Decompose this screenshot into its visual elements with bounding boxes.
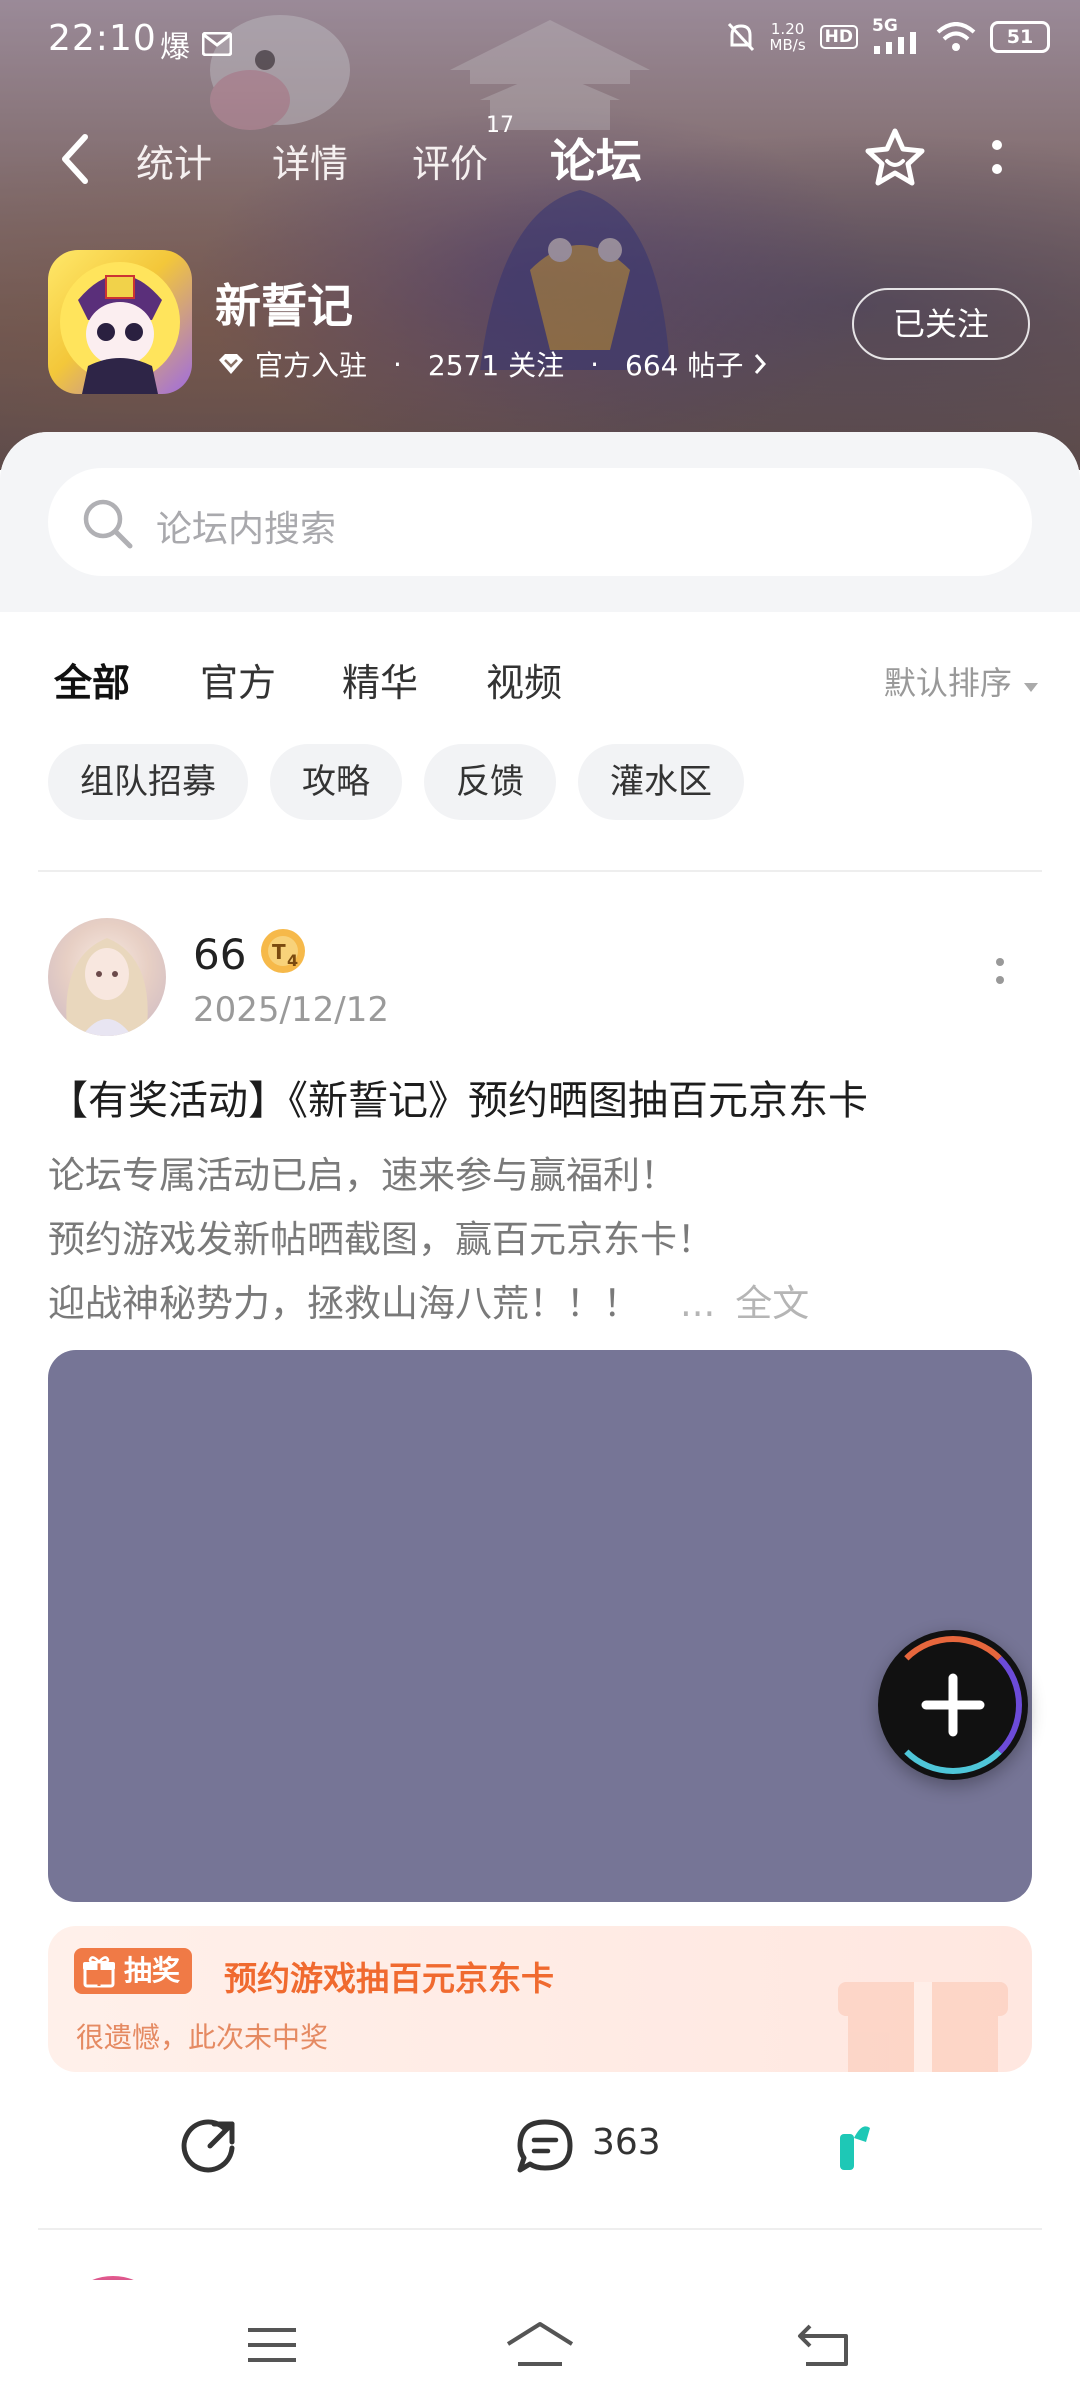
- status-time: 22:10: [48, 18, 157, 59]
- game-meta[interactable]: 官方入驻 · 2571 关注 · 664 帖子: [217, 344, 767, 384]
- like-icon[interactable]: [836, 2118, 876, 2174]
- filter-tabs: 全部 官方 精华 视频 默认排序: [0, 642, 1080, 722]
- filter-tab-official[interactable]: 官方: [200, 652, 276, 707]
- lottery-tag: 抽奖: [74, 1948, 193, 1994]
- lottery-result: 很遗憾，此次未中奖: [76, 2021, 329, 2054]
- svg-text:4: 4: [287, 951, 298, 970]
- more-vertical-icon[interactable]: [990, 948, 1010, 998]
- system-nav-bar: [0, 2280, 1080, 2408]
- tab-stats[interactable]: 统计: [136, 133, 212, 188]
- hd-badge: HD: [819, 25, 858, 49]
- sort-caret-icon: [1024, 683, 1038, 692]
- back-arrow-icon[interactable]: [55, 129, 95, 189]
- status-notification-glyph: 爆: [160, 30, 190, 65]
- comment-count: 363: [592, 2122, 661, 2163]
- chevron-right-icon: [755, 354, 767, 374]
- gift-icon: [83, 1956, 115, 1988]
- sort-dropdown[interactable]: 默认排序: [884, 658, 1040, 704]
- status-bar: 22:10 爆 1.20 MB/s HD 5G 51: [0, 0, 1080, 80]
- battery-indicator: 51: [990, 21, 1050, 53]
- divider: [38, 2228, 1042, 2230]
- more-vertical-icon[interactable]: [985, 129, 1009, 189]
- mail-icon: [202, 32, 232, 56]
- search-icon: [83, 499, 133, 549]
- post-header: 66 T4 2025/12/12: [48, 918, 1038, 1038]
- filter-tab-video[interactable]: 视频: [486, 652, 562, 707]
- post-date: 2025/12/12: [193, 990, 389, 1030]
- expand-full-text-link[interactable]: 全文: [735, 1282, 809, 1325]
- tab-reviews[interactable]: 评价: [412, 133, 488, 188]
- chip-team-recruit[interactable]: 组队招募: [48, 744, 248, 820]
- top-nav: 统计 详情 评价 17 论坛: [0, 113, 1080, 205]
- star-icon[interactable]: [862, 125, 928, 191]
- plus-icon: [921, 1673, 985, 1737]
- chip-guides[interactable]: 攻略: [270, 744, 402, 820]
- lottery-card[interactable]: 抽奖 预约游戏抽百元京东卡 很遗憾，此次未中奖: [48, 1926, 1032, 2072]
- svg-text:T: T: [272, 940, 286, 964]
- topic-chips: 组队招募 攻略 反馈 灌水区: [48, 744, 744, 820]
- forum-content: 论坛内搜索 全部 官方 精华 视频 默认排序 组队招募 攻略 反馈 灌水区 66: [0, 432, 1080, 2408]
- game-name: 新誓记: [215, 279, 353, 333]
- gift-icon: [838, 1982, 1008, 2072]
- post-title[interactable]: 【有奖活动】《新誓记》预约晒图抽百元京东卡: [48, 1068, 868, 1126]
- mute-bell-icon: [727, 22, 754, 52]
- share-icon[interactable]: [180, 2116, 240, 2176]
- level-badge-icon: T4: [261, 929, 305, 973]
- diamond-icon: [219, 354, 243, 374]
- posts-count: 664 帖子: [625, 349, 744, 382]
- filter-tab-all[interactable]: 全部: [54, 652, 130, 713]
- tab-details[interactable]: 详情: [272, 133, 348, 188]
- divider: [38, 870, 1042, 872]
- review-count-badge: 17: [486, 113, 514, 138]
- game-info: 新誓记 官方入驻 · 2571 关注 · 664 帖子 已关注: [0, 250, 1080, 400]
- search-placeholder: 论坛内搜索: [156, 509, 337, 550]
- wifi-icon: [936, 22, 976, 51]
- tab-forum[interactable]: 论坛: [544, 125, 648, 191]
- return-icon[interactable]: [796, 2320, 852, 2370]
- followers-count: 2571 关注: [427, 349, 565, 382]
- official-label: 官方入驻: [255, 349, 368, 382]
- post-actions: 363: [0, 2096, 1080, 2196]
- chip-feedback[interactable]: 反馈: [424, 744, 556, 820]
- menu-icon[interactable]: [244, 2320, 300, 2370]
- comment-icon[interactable]: [514, 2116, 576, 2176]
- post-body[interactable]: 论坛专属活动已启，速来参与赢福利！ 预约游戏发新帖晒截图，赢百元京东卡！ 迎战神…: [48, 1144, 809, 1336]
- search-input[interactable]: 论坛内搜索: [48, 468, 1032, 576]
- home-icon[interactable]: [504, 2320, 576, 2370]
- create-post-button[interactable]: [878, 1630, 1028, 1780]
- game-logo[interactable]: [48, 250, 192, 394]
- net-speed: 1.20 MB/s: [769, 20, 806, 54]
- signal-5g-icon: 5G: [872, 16, 922, 54]
- avatar[interactable]: [48, 918, 166, 1036]
- post-username[interactable]: 66: [193, 930, 246, 979]
- lottery-title: 预约游戏抽百元京东卡: [224, 1959, 554, 1998]
- follow-button[interactable]: 已关注: [852, 288, 1030, 360]
- post-image[interactable]: [48, 1350, 1032, 1902]
- chip-casual-chat[interactable]: 灌水区: [578, 744, 744, 820]
- filter-tab-featured[interactable]: 精华: [342, 652, 418, 707]
